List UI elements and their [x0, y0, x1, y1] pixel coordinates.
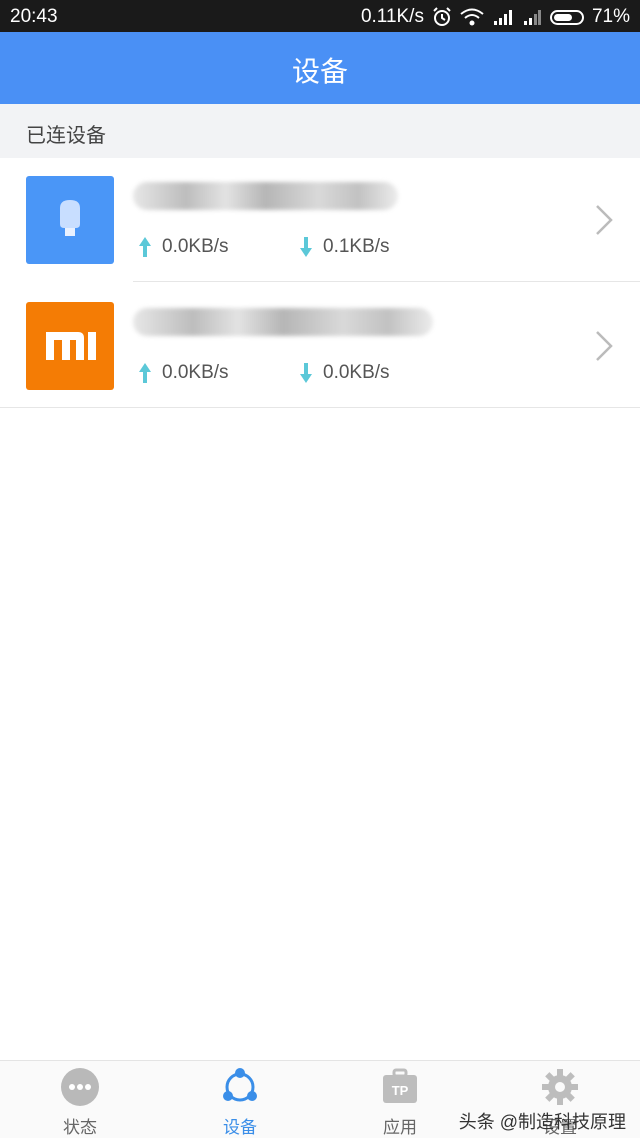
tab-devices[interactable]: 设备 — [160, 1061, 320, 1139]
section-title: 已连设备 — [26, 125, 106, 147]
bulb-icon — [60, 200, 80, 236]
device-row[interactable]: 0.0KB/s 0.1KB/s — [0, 158, 640, 282]
gear-icon — [542, 1069, 578, 1105]
device-name-blurred — [133, 308, 433, 336]
chevron-right-icon — [596, 331, 613, 361]
section-header: 已连设备 — [0, 104, 640, 158]
app-header: 设备 — [0, 32, 640, 104]
battery-icon — [549, 9, 584, 25]
row-divider — [0, 407, 640, 408]
chevron-right-icon — [596, 205, 613, 235]
upload-value: 0.0KB/s — [162, 236, 229, 257]
upload-value: 0.0KB/s — [162, 362, 229, 383]
net-speed: 0.11K/s — [360, 6, 424, 27]
arrow-up-icon — [139, 363, 151, 383]
status-dots-icon — [61, 1068, 99, 1106]
tab-label: 状态 — [63, 1118, 97, 1137]
upload-speed: 0.0KB/s — [138, 362, 229, 384]
signal-icon — [523, 10, 541, 25]
arrow-down-icon — [300, 363, 312, 383]
watermark-text: 头条 @制造科技原理 — [458, 1112, 626, 1132]
tp-app-icon: TP — [383, 1068, 417, 1103]
wifi-icon — [460, 8, 484, 26]
devices-icon — [223, 1068, 257, 1102]
status-right: 0.11K/s 71% — [361, 6, 630, 28]
mi-logo — [46, 332, 96, 360]
page-title: 设备 — [291, 56, 348, 87]
download-value: 0.1KB/s — [323, 236, 390, 257]
battery-percent: 71% — [591, 6, 630, 27]
download-value: 0.0KB/s — [323, 362, 390, 383]
tab-status[interactable]: 状态 — [0, 1061, 160, 1139]
device-thumbnail — [26, 176, 114, 264]
upload-speed: 0.0KB/s — [138, 236, 229, 258]
alarm-icon — [433, 7, 451, 26]
signal-hd-icon — [493, 10, 512, 25]
arrow-down-icon — [300, 237, 312, 257]
tab-apps[interactable]: TP 应用 — [320, 1061, 480, 1139]
download-speed: 0.1KB/s — [299, 236, 390, 258]
status-bar: 20:43 0.11K/s 71% — [0, 0, 640, 32]
device-name-blurred — [133, 182, 398, 210]
svg-text:TP: TP — [392, 1083, 409, 1098]
status-time: 20:43 — [10, 6, 58, 27]
device-row[interactable]: 0.0KB/s 0.0KB/s — [0, 284, 640, 408]
download-speed: 0.0KB/s — [299, 362, 390, 384]
tab-label: 设备 — [223, 1118, 257, 1137]
tab-label: 应用 — [383, 1118, 417, 1137]
arrow-up-icon — [139, 237, 151, 257]
device-thumbnail — [26, 302, 114, 390]
row-divider — [133, 281, 640, 282]
